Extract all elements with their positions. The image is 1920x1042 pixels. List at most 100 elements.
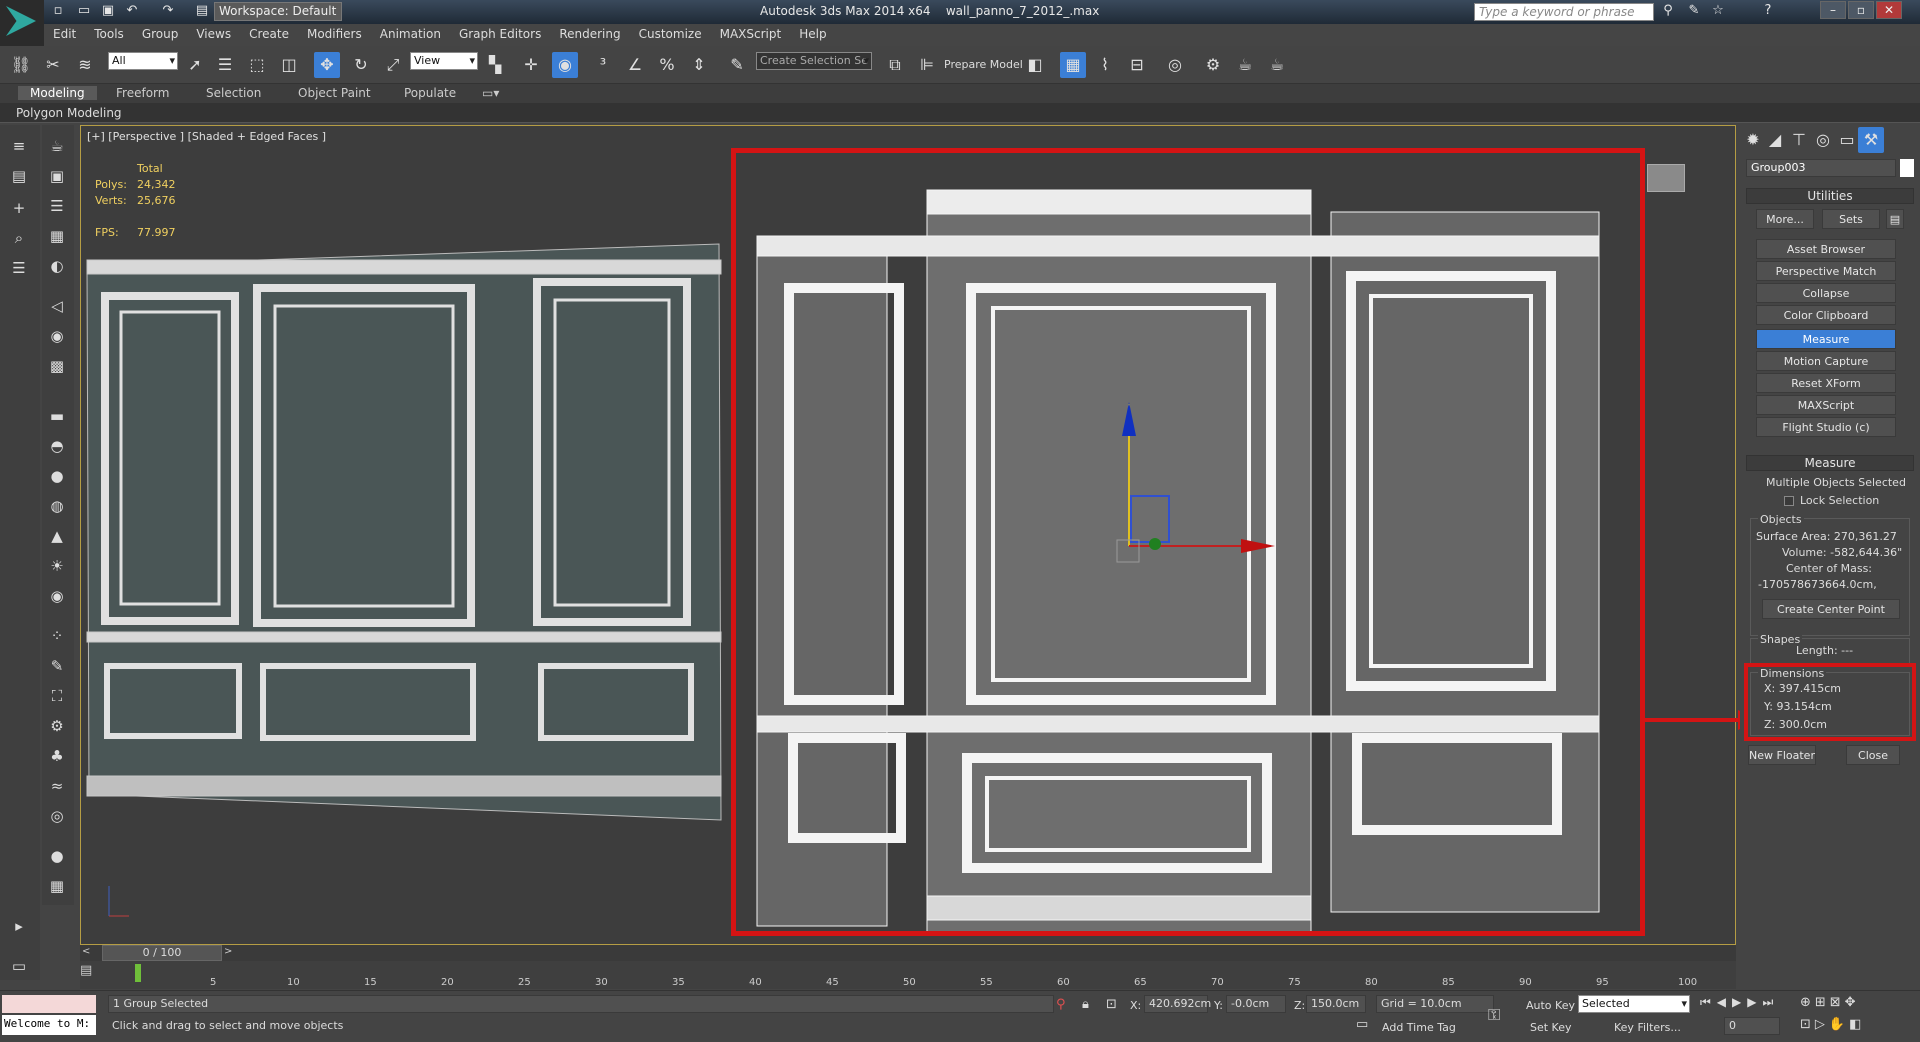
selection-filter-dropdown[interactable]: All xyxy=(108,52,178,70)
x-coordinate-field[interactable]: 420.692cm xyxy=(1144,995,1211,1013)
previous-frame-icon[interactable]: < xyxy=(82,946,96,960)
current-frame-field[interactable]: 0 xyxy=(1724,1017,1780,1035)
key-filters-button[interactable]: Key Filters... xyxy=(1614,1021,1681,1034)
track-bar[interactable]: ▤ 5 10 15 20 25 30 35 40 45 50 55 60 65 … xyxy=(80,961,1736,989)
absolute-mode-icon[interactable]: ⊡ xyxy=(1106,997,1117,1012)
window-crossing-icon[interactable]: ◫ xyxy=(276,52,302,78)
render-production-icon[interactable]: ☕ xyxy=(1264,52,1290,78)
prepare-model-label[interactable]: Prepare Model xyxy=(944,58,1023,71)
measure-button[interactable]: Measure xyxy=(1756,329,1896,349)
viewport-navigation-controls-2[interactable]: ⊡▷✋◧ xyxy=(1800,1017,1920,1032)
tab-freeform[interactable]: Freeform xyxy=(116,86,169,100)
save-file-icon[interactable]: ▣ xyxy=(100,3,116,19)
measure-rollout-header[interactable]: Measure xyxy=(1746,455,1914,471)
utilities-tab-icon[interactable]: ⚒ xyxy=(1858,127,1884,153)
menu-create[interactable]: Create xyxy=(240,24,298,41)
set-key-button[interactable]: Set Key xyxy=(1530,1021,1572,1034)
maxscript-mini-listener-top[interactable] xyxy=(2,995,96,1013)
paint-icon[interactable]: ✎ xyxy=(46,655,68,677)
named-selection-dropdown[interactable]: Create Selection Se xyxy=(756,52,872,70)
sun-icon[interactable]: ☀ xyxy=(46,555,68,577)
sphere-icon[interactable]: ● xyxy=(46,465,68,487)
grid-icon[interactable]: ▦ xyxy=(46,225,68,247)
layer-manager-icon[interactable]: ◧ xyxy=(1022,52,1048,78)
isolate-selection-icon[interactable]: ⚲ xyxy=(1056,997,1066,1012)
stack-icon[interactable]: ▤ xyxy=(8,165,30,187)
display-tab-icon[interactable]: ▭ xyxy=(1834,127,1860,153)
menu-maxscript[interactable]: MAXScript xyxy=(711,24,791,41)
snaps-toggle-icon[interactable]: ³ xyxy=(590,52,616,78)
select-by-name-icon[interactable]: ☰ xyxy=(212,52,238,78)
reference-coordinate-dropdown[interactable]: View xyxy=(410,52,478,70)
maximize-button[interactable]: ▫ xyxy=(1848,1,1874,19)
edit-named-selection-icon[interactable]: ✎ xyxy=(724,52,750,78)
select-object-icon[interactable]: ➚ xyxy=(182,52,208,78)
project-folder-icon[interactable]: ▤ xyxy=(194,3,210,19)
mini-curve-editor-icon[interactable]: ▤ xyxy=(80,963,100,983)
close-window-button[interactable]: ✕ xyxy=(1876,1,1902,19)
asset-browser-button[interactable]: Asset Browser xyxy=(1756,239,1896,259)
select-and-move-icon[interactable]: ✥ xyxy=(314,52,340,78)
maxscript-button[interactable]: MAXScript xyxy=(1756,395,1896,415)
modify-tab-icon[interactable]: ◢ xyxy=(1762,127,1788,153)
polygon-modeling-label[interactable]: Polygon Modeling xyxy=(16,106,122,120)
plus-icon[interactable]: + xyxy=(8,197,30,219)
search-input[interactable]: Type a keyword or phrase xyxy=(1474,3,1654,21)
material-editor-icon[interactable]: ◎ xyxy=(1162,52,1188,78)
motion-capture-button[interactable]: Motion Capture xyxy=(1756,351,1896,371)
angle-snap-icon[interactable]: ∠ xyxy=(622,52,648,78)
create-center-point-button[interactable]: Create Center Point xyxy=(1762,599,1900,619)
time-slider-thumb[interactable]: 0 / 100 xyxy=(102,945,222,961)
pivot-center-icon[interactable]: ▚ xyxy=(482,52,508,78)
camera-icon[interactable]: ◉ xyxy=(46,325,68,347)
next-frame-icon[interactable]: > xyxy=(224,946,238,960)
flight-studio-button[interactable]: Flight Studio (c) xyxy=(1756,417,1896,437)
app-logo[interactable] xyxy=(0,0,44,46)
unlink-icon[interactable]: ✂ xyxy=(40,52,66,78)
reset-xform-button[interactable]: Reset XForm xyxy=(1756,373,1896,393)
perspective-viewport[interactable]: [+] [Perspective ] [Shaded + Edged Faces… xyxy=(80,125,1736,945)
tools-icon[interactable]: ✎ xyxy=(1686,3,1702,19)
hair-icon[interactable]: ≈ xyxy=(46,775,68,797)
ribbon-options-icon[interactable]: ▭▾ xyxy=(482,86,499,100)
menu-group[interactable]: Group xyxy=(133,24,188,41)
align-icon[interactable]: ⊫ xyxy=(914,52,940,78)
material-sphere-icon[interactable]: ● xyxy=(46,845,68,867)
list-icon[interactable]: ☰ xyxy=(46,195,68,217)
utilities-rollout-header[interactable]: Utilities xyxy=(1746,188,1914,204)
plant-icon[interactable]: ♣ xyxy=(46,745,68,767)
redo-icon[interactable]: ↷ xyxy=(160,3,176,19)
teapot-icon[interactable]: ☕ xyxy=(46,135,68,157)
menu-views[interactable]: Views xyxy=(187,24,240,41)
image-icon[interactable]: ▣ xyxy=(46,165,68,187)
more-button[interactable]: More... xyxy=(1756,209,1814,229)
time-slider[interactable]: < 0 / 100 > xyxy=(80,945,1736,961)
menu-rendering[interactable]: Rendering xyxy=(550,24,629,41)
gear-icon[interactable]: ⚙ xyxy=(46,715,68,737)
cloth-icon[interactable]: ⛶ xyxy=(46,685,68,707)
schematic-view-icon[interactable]: ⊟ xyxy=(1124,52,1150,78)
spinner-snap-icon[interactable]: ⇕ xyxy=(686,52,712,78)
rectangular-selection-icon[interactable]: ⬚ xyxy=(244,52,270,78)
lock-selection-checkbox[interactable] xyxy=(1784,496,1794,506)
tab-modeling[interactable]: Modeling xyxy=(18,86,97,100)
open-file-icon[interactable]: ▭ xyxy=(76,3,92,19)
menu-tools[interactable]: Tools xyxy=(85,24,133,41)
particles-icon[interactable]: ⁘ xyxy=(46,625,68,647)
auto-key-button[interactable]: Auto Key xyxy=(1526,999,1575,1012)
rendered-frame-window-icon[interactable]: ☕ xyxy=(1232,52,1258,78)
minimize-button[interactable]: – xyxy=(1820,1,1846,19)
speaker-icon[interactable]: ◁ xyxy=(46,295,68,317)
mirror-icon[interactable]: ⧉ xyxy=(882,52,908,78)
selection-lock-icon[interactable]: 🔒︎ xyxy=(1082,997,1089,1012)
box-icon[interactable]: ▬ xyxy=(46,405,68,427)
workspace-dropdown[interactable]: Workspace: Default xyxy=(214,2,342,21)
dome-icon[interactable]: ◓ xyxy=(46,435,68,457)
torus-icon[interactable]: ◍ xyxy=(46,495,68,517)
light-bulb-icon[interactable]: ◐ xyxy=(46,255,68,277)
render-setup-icon[interactable]: ⚙ xyxy=(1200,52,1226,78)
curve-editor-icon[interactable]: ⌇ xyxy=(1092,52,1118,78)
link-icon[interactable]: ⛓ xyxy=(8,52,34,78)
object-color-swatch[interactable] xyxy=(1900,159,1914,177)
time-tag-icon[interactable]: ▭ xyxy=(1356,1017,1374,1035)
